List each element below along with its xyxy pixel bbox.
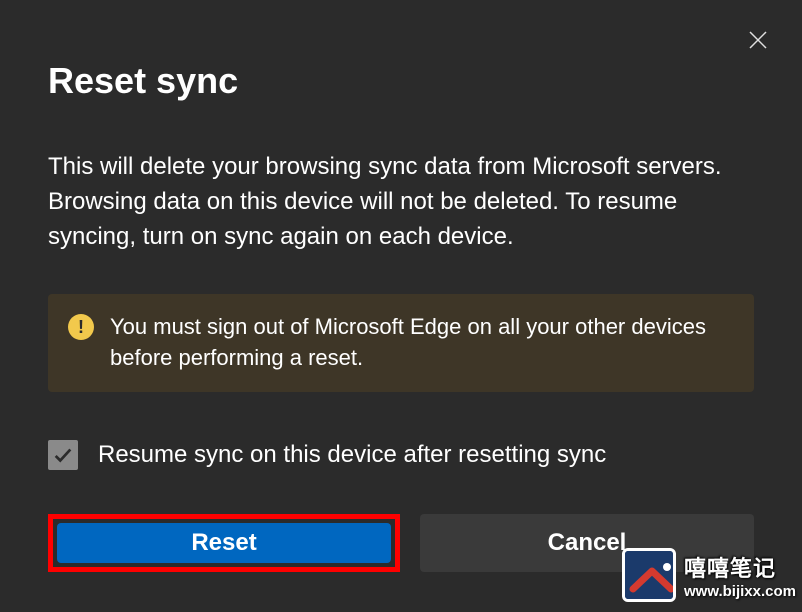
reset-button-highlight: Reset [48,514,400,572]
watermark-text: 嘻嘻笔记 www.bijixx.com [684,551,796,600]
info-box: ! You must sign out of Microsoft Edge on… [48,294,754,392]
close-button[interactable] [742,24,774,56]
watermark: 嘻嘻笔记 www.bijixx.com [622,548,796,602]
dialog-description: This will delete your browsing sync data… [48,150,754,254]
resume-sync-label: Resume sync on this device after resetti… [98,441,606,469]
watermark-line1: 嘻嘻笔记 [684,551,776,583]
dialog-title: Reset sync [48,60,754,102]
info-message: You must sign out of Microsoft Edge on a… [110,312,734,374]
watermark-line2: www.bijixx.com [684,583,796,600]
warning-icon: ! [68,314,94,340]
checkmark-icon [52,444,74,466]
close-icon [746,28,770,52]
resume-sync-option: Resume sync on this device after resetti… [48,440,754,470]
resume-sync-checkbox[interactable] [48,440,78,470]
watermark-logo-icon [622,548,676,602]
reset-sync-dialog: Reset sync This will delete your browsin… [0,0,802,612]
reset-button[interactable]: Reset [57,523,391,563]
